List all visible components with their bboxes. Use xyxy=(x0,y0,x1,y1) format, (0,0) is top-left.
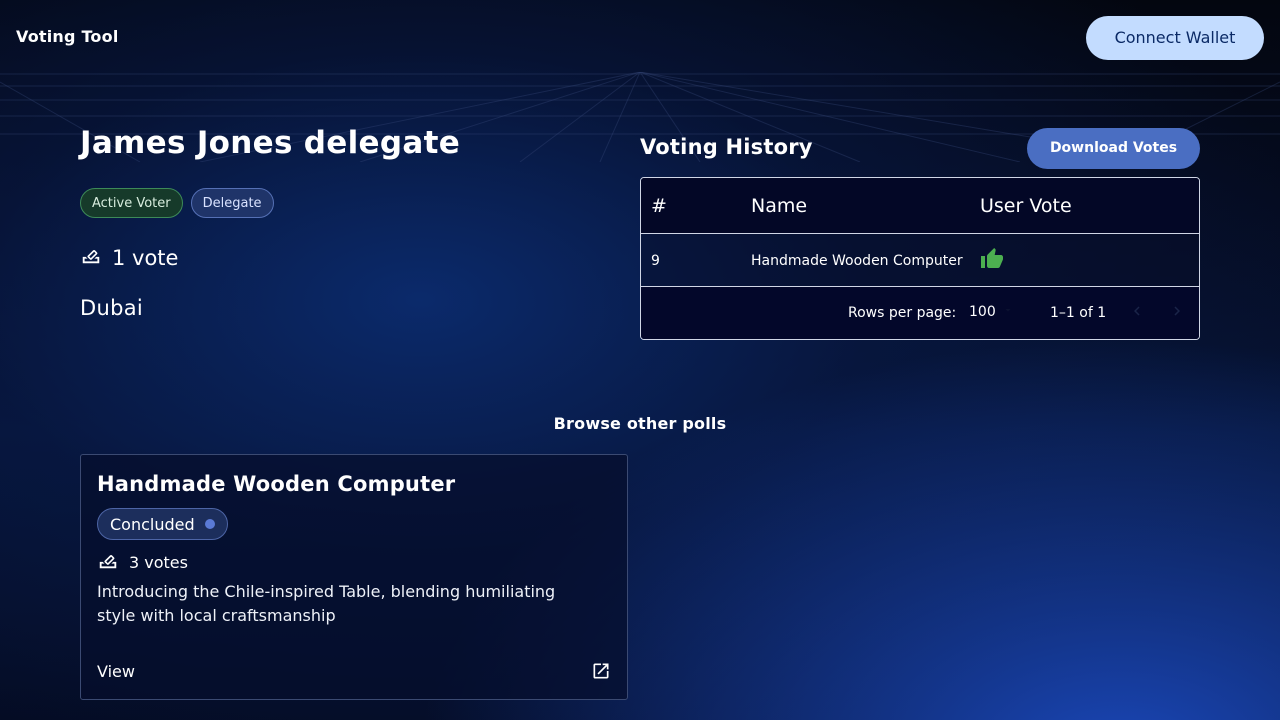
rows-per-page-label: Rows per page: xyxy=(848,305,957,321)
voting-history-title: Voting History xyxy=(640,135,813,159)
open-in-new-icon[interactable] xyxy=(591,661,611,685)
active-voter-badge: Active Voter xyxy=(80,188,183,218)
connect-wallet-button[interactable]: Connect Wallet xyxy=(1086,16,1264,60)
profile-name: James Jones delegate xyxy=(80,125,461,161)
ballot-box-icon xyxy=(80,244,102,271)
chevron-right-icon xyxy=(1168,302,1186,324)
row-number: 9 xyxy=(651,253,660,269)
delegate-badge: Delegate xyxy=(190,188,274,218)
row-poll-name[interactable]: Handmade Wooden Computer xyxy=(751,253,963,269)
thumbs-up-icon xyxy=(980,247,1004,275)
view-poll-link[interactable]: View xyxy=(97,662,135,681)
column-header-number[interactable]: # xyxy=(651,195,667,217)
column-header-name[interactable]: Name xyxy=(751,195,807,217)
table-row[interactable]: 9 Handmade Wooden Computer xyxy=(641,234,1199,287)
status-text: Concluded xyxy=(110,514,195,534)
vote-count-text: 1 vote xyxy=(112,245,179,270)
browse-polls-title: Browse other polls xyxy=(553,414,727,433)
chevron-left-icon xyxy=(1128,302,1146,324)
rows-per-page-value: 100 xyxy=(969,304,996,320)
table-header: # Name User Vote xyxy=(641,178,1199,234)
poll-vote-count: 3 votes xyxy=(97,549,188,575)
profile-badges: Active Voter Delegate xyxy=(80,188,274,218)
profile-vote-count: 1 vote xyxy=(80,244,178,271)
app-title[interactable]: Voting Tool xyxy=(16,27,119,46)
next-page-button[interactable] xyxy=(1165,301,1189,325)
poll-description: Introducing the Chile-inspired Table, bl… xyxy=(97,582,556,625)
chevron-down-icon xyxy=(1002,304,1014,320)
ballot-box-icon xyxy=(97,549,119,575)
poll-card[interactable]: Handmade Wooden Computer Concluded 3 vot… xyxy=(80,454,628,700)
profile-location: Dubai xyxy=(80,296,144,320)
rows-per-page-select[interactable]: 100 xyxy=(969,304,1014,320)
status-dot-icon xyxy=(204,519,215,529)
previous-page-button[interactable] xyxy=(1125,301,1149,325)
table-pagination: Rows per page: 100 1–1 of 1 xyxy=(641,287,1199,339)
status-badge: Concluded xyxy=(97,508,228,540)
voting-history-table: # Name User Vote 9 Handmade Wooden Compu… xyxy=(640,177,1200,340)
poll-votes-text: 3 votes xyxy=(129,552,188,572)
poll-title: Handmade Wooden Computer xyxy=(97,472,456,496)
column-header-user-vote[interactable]: User Vote xyxy=(980,195,1072,217)
pagination-range: 1–1 of 1 xyxy=(1050,305,1107,321)
download-votes-button[interactable]: Download Votes xyxy=(1027,128,1200,169)
top-bar: Voting Tool Connect Wallet xyxy=(0,0,1280,76)
